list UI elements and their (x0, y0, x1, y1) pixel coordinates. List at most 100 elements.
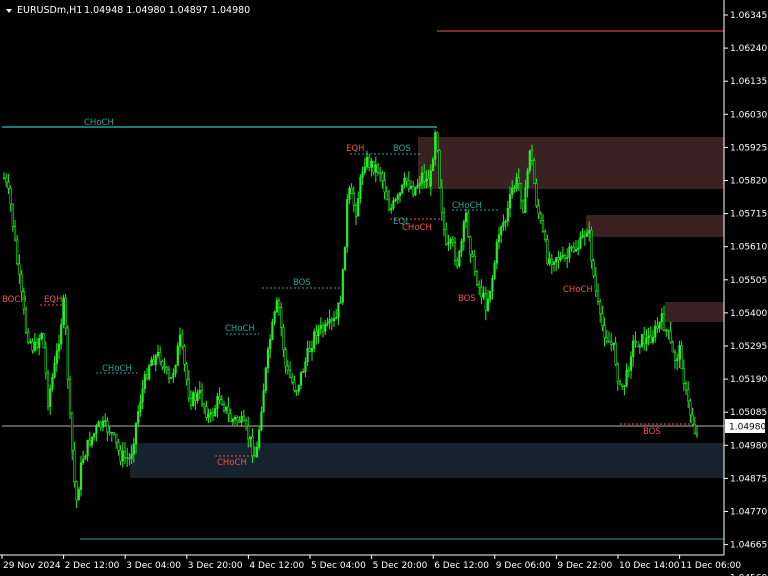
time-label: 9 Dec 22:00 (557, 561, 612, 571)
candle-body (115, 433, 118, 444)
candle-body (55, 350, 58, 364)
candle-body (343, 246, 347, 271)
candle-body (110, 432, 113, 434)
supply-zone-1 (418, 137, 724, 189)
candle-body (121, 450, 124, 462)
candle-body (238, 420, 241, 423)
candle-body (148, 365, 151, 380)
candle-body (596, 290, 600, 302)
candle-body (251, 436, 254, 456)
candle-body (594, 275, 597, 292)
candle-body (218, 396, 221, 400)
candle-body (308, 348, 311, 352)
candle-body (324, 323, 327, 332)
candle-body (247, 425, 250, 440)
candle-body (500, 226, 503, 236)
time-label: 11 Dec 06:00 (681, 561, 742, 571)
candle-body (682, 368, 685, 384)
candle-body (280, 307, 283, 328)
annotation-eqh-1: EQH (44, 295, 62, 305)
candle-body (504, 221, 507, 223)
candle-body (607, 340, 611, 343)
candle-body (559, 256, 562, 260)
candle-body (282, 327, 285, 350)
candle-body (134, 422, 138, 445)
price-chart[interactable]: EURUSDm,H1 1.04948 1.04980 1.04897 1.049… (0, 0, 768, 576)
annotation-choch-5: CHoCH (563, 285, 593, 295)
chart-ohlc: 1.04948 1.04980 1.04897 1.04980 (84, 5, 250, 16)
candle-body (209, 412, 212, 415)
candle-body (434, 132, 437, 160)
candle-body (447, 242, 450, 245)
time-label: 5 Dec 04:00 (311, 561, 366, 571)
chart-window[interactable]: EURUSDm,H1 1.04948 1.04980 1.04897 1.049… (0, 0, 768, 576)
candle-body (161, 360, 164, 368)
triangle-down-icon[interactable] (6, 9, 12, 13)
candle-body (438, 150, 441, 188)
candle-body (544, 231, 547, 240)
candle-body (194, 392, 197, 401)
candle-body (460, 240, 463, 252)
supply-zone-3 (665, 302, 724, 322)
candle-body (574, 249, 578, 252)
candle-body (390, 207, 393, 211)
annotation-bos-4: BOS (643, 427, 661, 437)
candle-body (427, 178, 430, 187)
candle-body (643, 334, 646, 345)
candle-body (473, 255, 476, 272)
candle-body (423, 172, 426, 182)
candle-body (88, 439, 91, 446)
candle-body (40, 333, 43, 339)
candle-body (97, 421, 100, 427)
candle-body (394, 199, 397, 202)
price-label: 1.05715 (730, 210, 767, 220)
candle-body (66, 327, 69, 380)
candle-body (398, 192, 402, 196)
candle-body (660, 313, 663, 323)
price-axis[interactable]: 1.06345 1.06240 1.06135 1.06030 1.05925 1.058… (724, 11, 767, 576)
candle-body (306, 348, 309, 362)
candle-body (216, 396, 219, 409)
candle-body (326, 322, 329, 325)
annotation-choch-2: CHoCH (225, 324, 255, 334)
candle-body (266, 348, 270, 369)
candle-body (189, 397, 193, 407)
candle-body (407, 180, 410, 189)
candle-body (207, 413, 210, 418)
candle-body (176, 345, 179, 366)
candle-body (480, 286, 483, 298)
candle-body (359, 177, 362, 199)
candle-body (346, 199, 349, 248)
candle-body (49, 388, 52, 407)
candle-body (57, 343, 61, 352)
candle-body (24, 308, 28, 333)
price-label: 1.05400 (730, 309, 767, 319)
candle-body (632, 340, 635, 357)
candle-body (383, 180, 386, 193)
candle-body (181, 334, 184, 347)
candle-body (647, 335, 650, 339)
candle-body (233, 416, 237, 420)
annotation-choch-6: CHoCH (217, 458, 247, 468)
candle-body (687, 389, 690, 402)
candle-body (583, 234, 586, 237)
candle-body (77, 489, 80, 501)
candle-body (546, 239, 549, 264)
candle-body (530, 150, 534, 161)
candle-body (478, 284, 481, 288)
candle-body (368, 157, 371, 168)
price-label: 1.06345 (730, 11, 767, 21)
time-axis[interactable]: 29 Nov 2024 2 Dec 12:00 3 Dec 04:00 3 Dec 2… (1, 555, 742, 571)
time-label: 2 Dec 12:00 (65, 561, 120, 571)
candle-body (442, 212, 446, 230)
candle-body (13, 226, 17, 241)
candle-body (489, 290, 492, 300)
candle-body (284, 349, 287, 367)
price-label: 1.05295 (730, 342, 767, 352)
candle-body (550, 258, 553, 265)
candle-body (99, 421, 102, 428)
candle-body (348, 187, 351, 200)
candle-body (570, 246, 573, 249)
candle-body (20, 273, 23, 293)
candle-body (51, 376, 54, 390)
